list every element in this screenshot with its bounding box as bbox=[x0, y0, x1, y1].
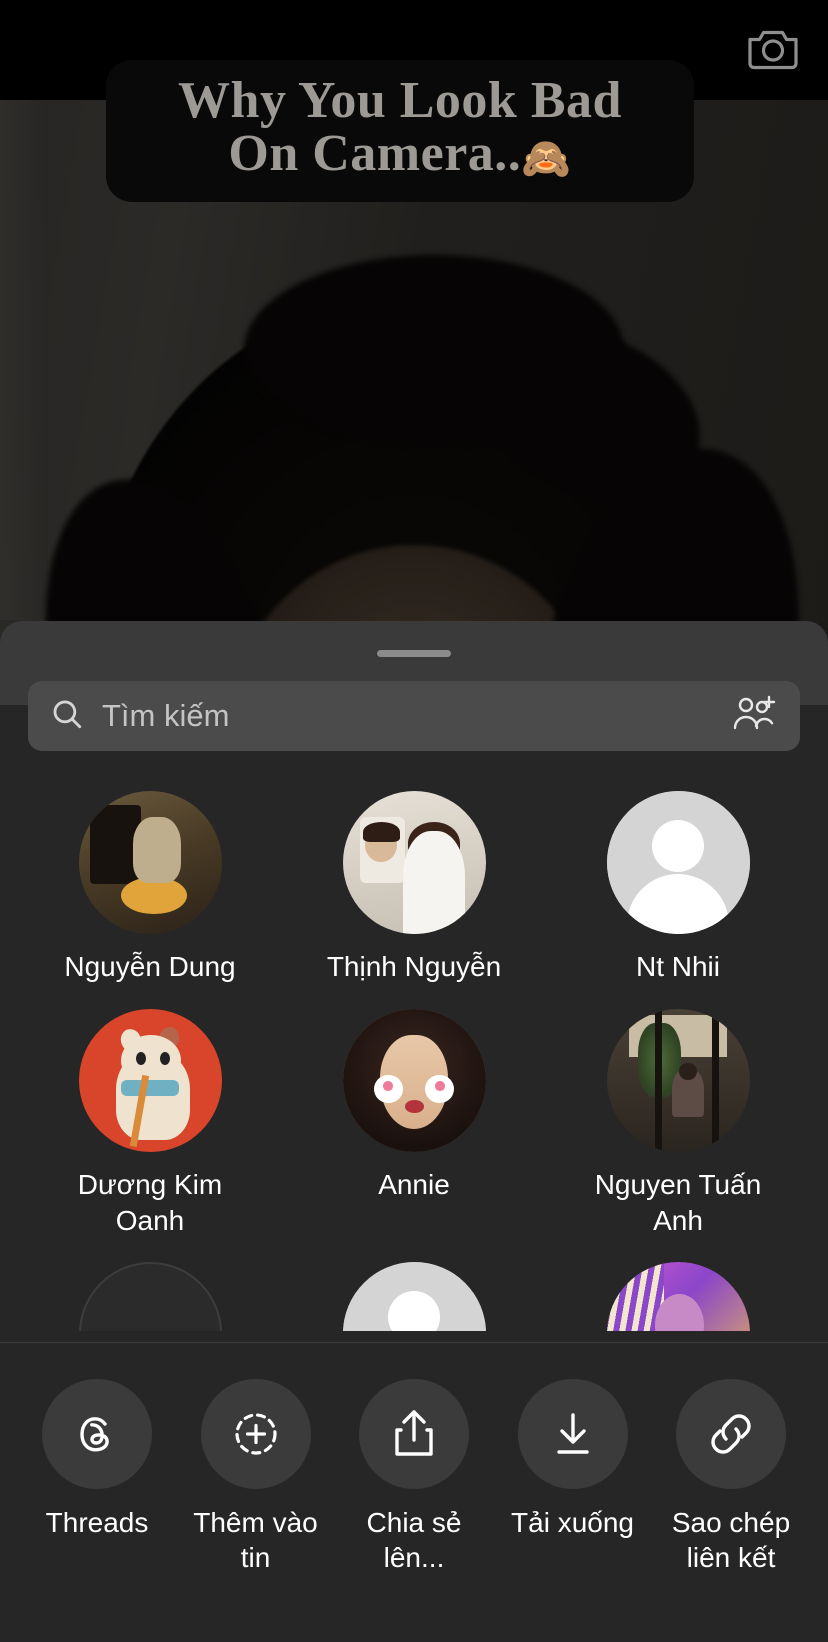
avatar bbox=[606, 1262, 750, 1331]
contact-item[interactable]: Nguyễn Dung bbox=[18, 791, 282, 985]
contact-item[interactable]: Nt Nhii bbox=[546, 791, 810, 985]
avatar bbox=[606, 1008, 750, 1152]
share-icon bbox=[359, 1379, 469, 1489]
contact-name: Nguyễn Dung bbox=[64, 951, 236, 982]
action-label: Tải xuống bbox=[511, 1507, 634, 1538]
caption-emoji: 🙈 bbox=[521, 136, 572, 182]
search-input[interactable] bbox=[102, 698, 718, 734]
avatar bbox=[606, 791, 750, 934]
person-placeholder-icon bbox=[606, 791, 750, 934]
search-icon bbox=[50, 697, 84, 736]
link-icon bbox=[676, 1379, 786, 1489]
story-share-screen: Why You Look Bad On Camera..🙈 Tìm kiếm N… bbox=[0, 0, 828, 1642]
avatar bbox=[342, 1008, 486, 1152]
camera-icon[interactable] bbox=[744, 20, 802, 76]
avatar bbox=[342, 791, 486, 934]
download-icon bbox=[517, 1379, 628, 1489]
search-bar[interactable] bbox=[28, 681, 800, 751]
contact-item[interactable]: Annie bbox=[282, 1008, 546, 1239]
action-label: Chia sẻ lên... bbox=[366, 1507, 462, 1573]
action-share-to[interactable]: Chia sẻ lên... bbox=[339, 1379, 489, 1575]
contact-name: Annie bbox=[378, 1168, 450, 1200]
contact-item[interactable]: Nguyen Tuấn Anh bbox=[546, 1008, 810, 1239]
contact-item[interactable]: Dương Kim Oanh bbox=[18, 1008, 282, 1239]
avatar bbox=[78, 1008, 222, 1152]
avatar bbox=[78, 1262, 222, 1331]
action-download[interactable]: Tải xuống bbox=[498, 1379, 648, 1540]
contact-name: Nt Nhii bbox=[635, 951, 720, 982]
contact-name: Nguyen Tuấn Anh bbox=[594, 1168, 762, 1236]
threads-icon bbox=[42, 1379, 152, 1489]
add-person-icon[interactable] bbox=[732, 693, 778, 740]
add-to-story-icon bbox=[200, 1379, 311, 1489]
person-placeholder-icon bbox=[342, 1262, 486, 1331]
action-label: Sao chép liên kết bbox=[671, 1507, 791, 1573]
contacts-grid: Nguyễn Dung Thịnh Nguyễn Nt Nhii Dương K… bbox=[0, 771, 828, 1331]
action-copy-link[interactable]: Sao chép liên kết bbox=[656, 1379, 806, 1575]
contact-item[interactable]: Thịnh Nguyễn bbox=[282, 791, 546, 985]
action-threads[interactable]: Threads bbox=[22, 1379, 172, 1540]
contact-item[interactable] bbox=[18, 1262, 282, 1331]
story-caption: Why You Look Bad On Camera..🙈 bbox=[106, 60, 694, 203]
contact-item[interactable] bbox=[282, 1262, 546, 1331]
avatar bbox=[342, 1262, 486, 1331]
share-sheet: Nguyễn Dung Thịnh Nguyễn Nt Nhii bbox=[0, 621, 828, 1642]
contact-item[interactable] bbox=[546, 1262, 810, 1331]
avatar bbox=[78, 791, 222, 934]
action-add-to-story[interactable]: Thêm vào tin bbox=[181, 1379, 331, 1575]
share-actions-bar: Threads Thêm vào tin Chia sẻ lên... Tải … bbox=[0, 1342, 828, 1642]
action-label: Thêm vào tin bbox=[193, 1507, 318, 1573]
contact-name: Thịnh Nguyễn bbox=[326, 951, 502, 982]
action-label: Threads bbox=[45, 1507, 149, 1538]
story-caption-text: Why You Look Bad On Camera..🙈 bbox=[178, 72, 622, 183]
contacts-list[interactable]: Nguyễn Dung Thịnh Nguyễn Nt Nhii Dương K… bbox=[0, 771, 828, 1331]
drag-handle[interactable] bbox=[377, 650, 451, 657]
contact-name: Dương Kim Oanh bbox=[77, 1168, 223, 1236]
